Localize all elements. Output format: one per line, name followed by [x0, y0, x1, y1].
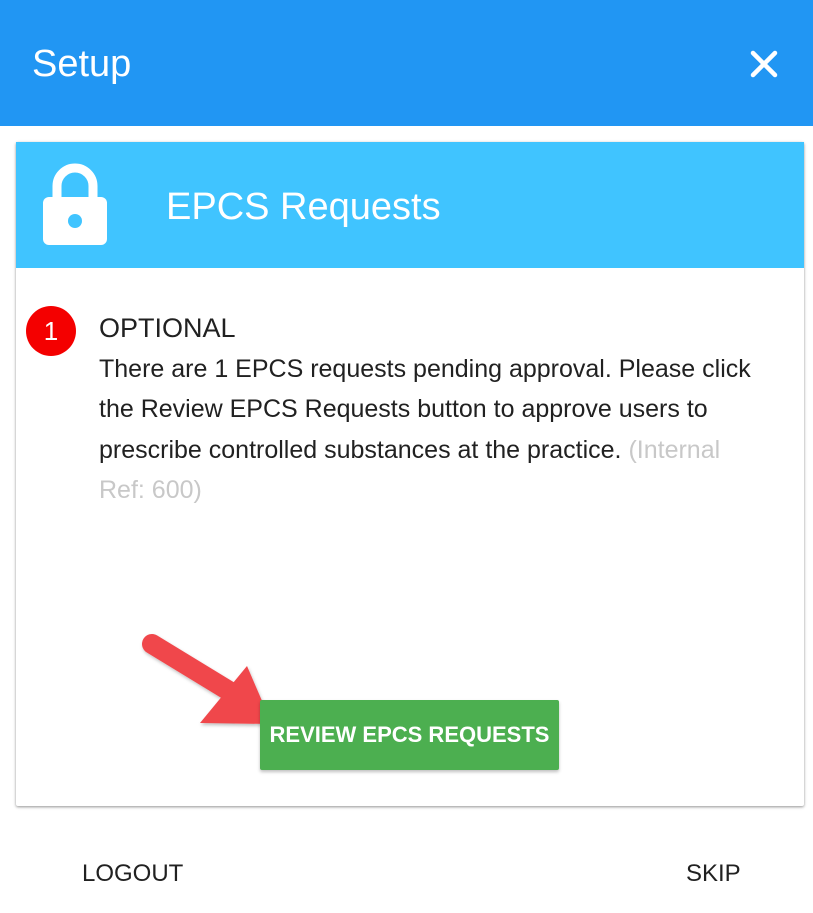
- dialog-header: Setup: [0, 0, 813, 126]
- logout-button[interactable]: LOGOUT: [82, 852, 183, 896]
- step-number-badge: 1: [26, 306, 76, 356]
- card-title: EPCS Requests: [166, 186, 441, 228]
- dialog-title: Setup: [32, 43, 132, 85]
- step-title: OPTIONAL: [99, 313, 236, 343]
- setup-dialog: Setup EPCS Requests 1 OPTIONAL There are…: [0, 0, 813, 913]
- skip-button[interactable]: SKIP: [686, 852, 741, 896]
- card-header: EPCS Requests: [16, 142, 804, 268]
- lock-icon: [43, 163, 107, 245]
- close-icon: [750, 50, 778, 78]
- close-button[interactable]: [744, 44, 784, 84]
- epcs-card: EPCS Requests 1 OPTIONAL There are 1 EPC…: [16, 142, 804, 806]
- step-content: OPTIONAL There are 1 EPCS requests pendi…: [99, 308, 759, 511]
- review-epcs-requests-button[interactable]: REVIEW EPCS REQUESTS: [260, 700, 559, 770]
